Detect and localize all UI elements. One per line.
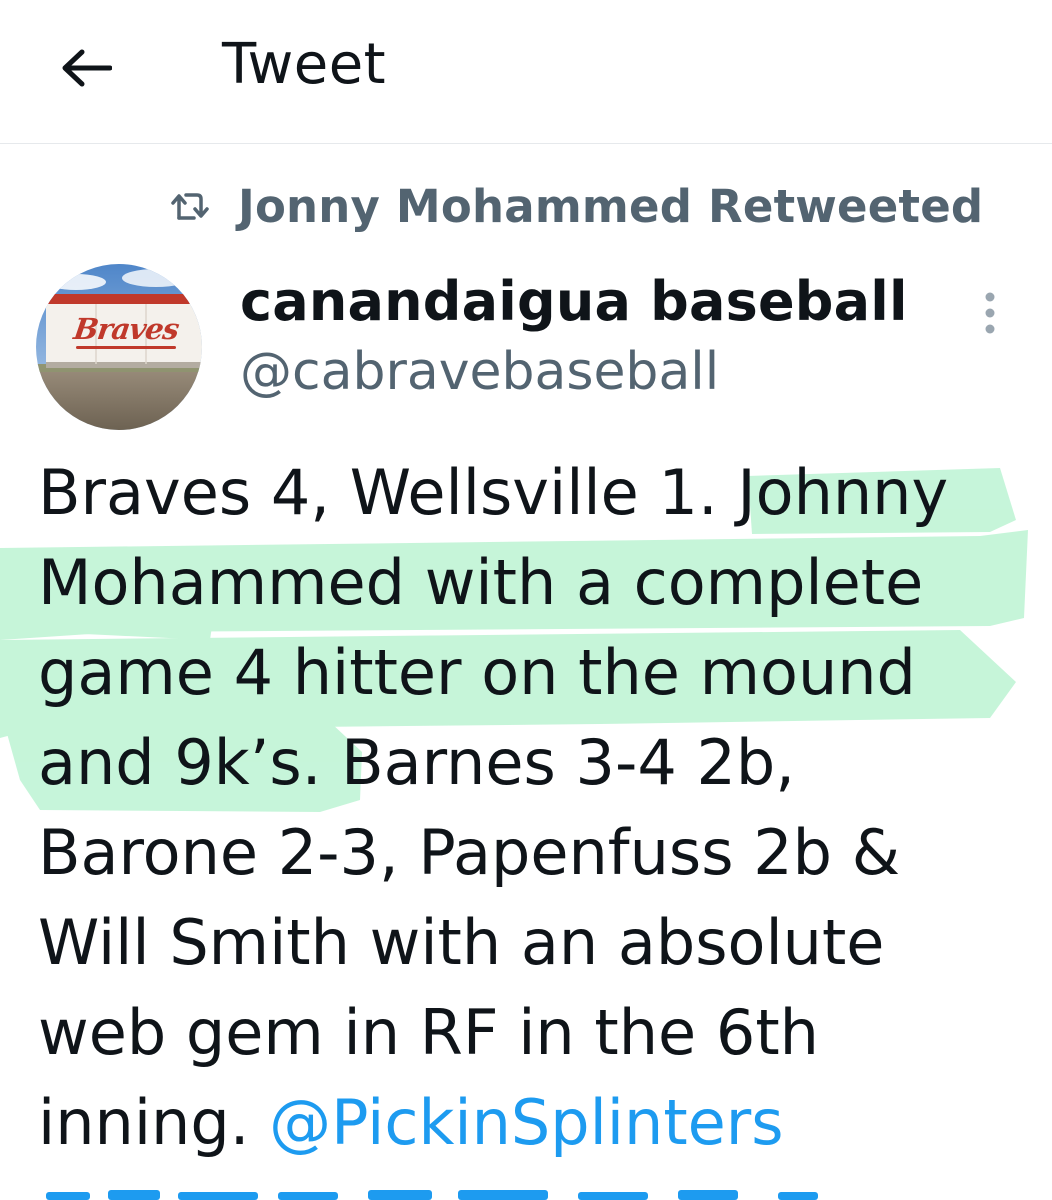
avatar-sign-underline [76,346,176,349]
retweet-icon [168,184,212,228]
back-button[interactable] [56,38,116,98]
author-display-name[interactable]: canandaigua baseball [240,270,908,333]
tweet-text-line: Braves 4, Wellsville 1. Johnny [38,456,949,529]
tweet-text-line: web gem in RF in the 6th [38,996,819,1069]
tweet-text-line: Barone 2-3, Papenfuss 2b & [38,816,901,889]
tweet-text-line: and 9k’s. Barnes 3-4 2b, [38,726,795,799]
retweet-context[interactable]: Jonny Mohammed Retweeted [168,176,983,236]
retweet-label: Jonny Mohammed Retweeted [238,179,984,233]
avatar[interactable]: Braves [36,264,202,430]
tweet-text-fragment: inning. [38,1086,270,1159]
page-title: Tweet [222,32,387,97]
tweet-text-cut-off-line [38,1180,1038,1200]
author-handle[interactable]: @cabravebaseball [240,342,719,402]
top-app-bar: Tweet [0,0,1052,144]
arrow-left-icon [62,49,112,87]
tweet-text-line: game 4 hitter on the mound [38,636,916,709]
more-options-button[interactable] [968,288,1012,338]
tweet-text-line-last: inning. @PickinSplinters [38,1078,1038,1168]
more-vertical-icon [985,292,995,334]
tweet-text-line: Will Smith with an absolute [38,906,885,979]
clipped-link-text [46,1190,818,1200]
tweet-detail-screen: Tweet Jonny Mohammed Retweeted Braves ca… [0,0,1052,1200]
mention-link[interactable]: @PickinSplinters [269,1086,783,1159]
avatar-sign-text: Braves [71,312,181,346]
tweet-text: Braves 4, Wellsville 1. Johnny Mohammed … [38,448,1038,1168]
tweet-text-line: Mohammed with a complete [38,546,924,619]
